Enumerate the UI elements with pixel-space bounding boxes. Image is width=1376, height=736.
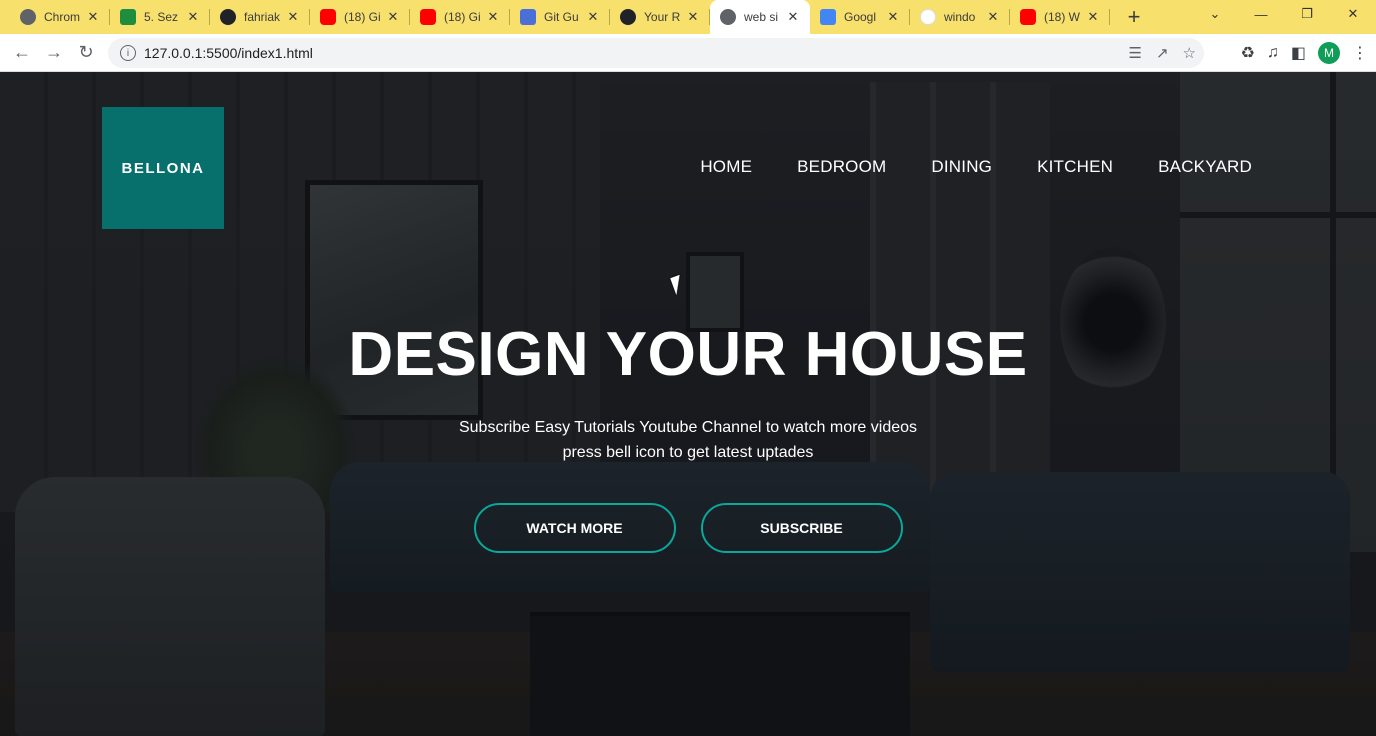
- nav-link-home[interactable]: HOME: [700, 157, 752, 177]
- tab-close-icon[interactable]: ✕: [586, 9, 600, 25]
- browser-tab[interactable]: fahriak ✕: [210, 0, 310, 34]
- browser-tab[interactable]: Git Gu ✕: [510, 0, 610, 34]
- tab-title: (18) W: [1044, 10, 1080, 24]
- browser-tab[interactable]: web si ✕: [710, 0, 810, 34]
- address-bar[interactable]: i 127.0.0.1:5500/index1.html ☰ ↗ ☆: [108, 38, 1204, 68]
- subscribe-button[interactable]: SUBSCRIBE: [700, 503, 903, 553]
- tab-title: Chrom: [44, 10, 81, 24]
- site-info-icon[interactable]: i: [120, 45, 136, 61]
- url-text[interactable]: 127.0.0.1:5500/index1.html: [144, 45, 313, 61]
- tab-close-icon[interactable]: ✕: [386, 9, 400, 25]
- browser-tab[interactable]: (18) Gi ✕: [310, 0, 410, 34]
- hero-buttons: WATCH MORE SUBSCRIBE: [0, 503, 1376, 553]
- nav-link-backyard[interactable]: BACKYARD: [1158, 157, 1252, 177]
- share-icon[interactable]: ↗: [1156, 44, 1169, 62]
- site-logo[interactable]: BELLONA: [102, 107, 224, 229]
- tab-close-icon[interactable]: ✕: [886, 9, 900, 25]
- tab-title: (18) Gi: [344, 10, 381, 24]
- tab-title: 5. Sez: [144, 10, 179, 24]
- browser-tab-strip: Chrom ✕ 5. Sez ✕ fahriak ✕ (18) Gi ✕ (18) Gi ✕ Git…: [0, 0, 1376, 34]
- tab-title: Git Gu: [544, 10, 579, 24]
- git-icon: [520, 9, 536, 25]
- youtube-icon: [420, 9, 436, 25]
- google-icon: [920, 9, 936, 25]
- translate-icon[interactable]: ☰: [1129, 44, 1142, 62]
- profile-avatar[interactable]: M: [1318, 42, 1340, 64]
- tab-title: Your R: [644, 10, 681, 24]
- tab-title: (18) Gi: [444, 10, 481, 24]
- tab-close-icon[interactable]: ✕: [986, 9, 1000, 25]
- media-control-icon[interactable]: ♫: [1267, 44, 1279, 62]
- tab-close-icon[interactable]: ✕: [286, 9, 300, 25]
- browser-tab[interactable]: Chrom ✕: [10, 0, 110, 34]
- browser-toolbar: ← → ↻ i 127.0.0.1:5500/index1.html ☰ ↗ ☆…: [0, 34, 1376, 72]
- close-window-icon[interactable]: ✕: [1330, 0, 1376, 28]
- nav-link-bedroom[interactable]: BEDROOM: [797, 157, 886, 177]
- toolbar-actions: ♻ ♫ ◧ M ⋮: [1241, 34, 1368, 72]
- reload-icon[interactable]: ↻: [70, 37, 102, 69]
- tab-close-icon[interactable]: ✕: [86, 9, 100, 25]
- google-translate-icon: [820, 9, 836, 25]
- github-icon: [220, 9, 236, 25]
- restore-icon[interactable]: ❐: [1284, 0, 1330, 28]
- tab-close-icon[interactable]: ✕: [186, 9, 200, 25]
- watch-more-button[interactable]: WATCH MORE: [473, 503, 676, 553]
- hero-title: DESIGN YOUR HOUSE: [348, 320, 1028, 389]
- omnibox-actions: ☰ ↗ ☆: [1129, 38, 1196, 68]
- classroom-icon: [120, 9, 136, 25]
- tab-close-icon[interactable]: ✕: [786, 9, 800, 25]
- browser-tab[interactable]: Your R ✕: [610, 0, 710, 34]
- back-arrow-icon[interactable]: ←: [6, 37, 38, 69]
- tab-close-icon[interactable]: ✕: [486, 9, 500, 25]
- browser-tab[interactable]: Googl ✕: [810, 0, 910, 34]
- tab-search-icon[interactable]: ⌄: [1192, 0, 1238, 28]
- logo-text: BELLONA: [121, 159, 205, 177]
- nav-link-dining[interactable]: DINING: [931, 157, 992, 177]
- side-panel-icon[interactable]: ◧: [1291, 43, 1306, 63]
- hero-subtitle-line-1: Subscribe Easy Tutorials Youtube Channel…: [458, 419, 918, 436]
- window-controls: ⌄ — ❐ ✕: [1192, 0, 1376, 34]
- github-icon: [620, 9, 636, 25]
- tab-close-icon[interactable]: ✕: [686, 9, 700, 25]
- minimize-icon[interactable]: —: [1238, 0, 1284, 28]
- tab-title: fahriak: [244, 10, 281, 24]
- extensions-puzzle-icon[interactable]: ♻: [1241, 43, 1255, 63]
- tab-title: web si: [744, 10, 779, 24]
- tab-title: windo: [944, 10, 976, 24]
- hero-subtitle: Subscribe Easy Tutorials Youtube Channel…: [0, 415, 1376, 465]
- tab-list: Chrom ✕ 5. Sez ✕ fahriak ✕ (18) Gi ✕ (18) Gi ✕ Git…: [0, 0, 1110, 34]
- youtube-icon: [1020, 9, 1036, 25]
- page-viewport: BELLONA HOME BEDROOM DINING KITCHEN BACKYARD…: [0, 72, 1376, 736]
- browser-tab[interactable]: (18) Gi ✕: [410, 0, 510, 34]
- browser-tab[interactable]: windo ✕: [910, 0, 1010, 34]
- nav-link-kitchen[interactable]: KITCHEN: [1037, 157, 1113, 177]
- youtube-icon: [320, 9, 336, 25]
- chrome-icon: [20, 9, 36, 25]
- forward-arrow-icon[interactable]: →: [38, 37, 70, 69]
- bookmark-star-icon[interactable]: ☆: [1183, 44, 1196, 62]
- tab-title: Googl: [844, 10, 877, 24]
- new-tab-button[interactable]: +: [1116, 0, 1152, 34]
- hero-subtitle-line-2: press bell icon to get latest uptades: [562, 444, 814, 461]
- main-navigation: HOME BEDROOM DINING KITCHEN BACKYARD: [700, 157, 1252, 177]
- browser-tab[interactable]: 5. Sez ✕: [110, 0, 210, 34]
- menu-kebab-icon[interactable]: ⋮: [1352, 43, 1368, 63]
- globe-icon: [720, 9, 736, 25]
- tab-close-icon[interactable]: ✕: [1086, 9, 1100, 25]
- browser-tab[interactable]: (18) W ✕: [1010, 0, 1110, 34]
